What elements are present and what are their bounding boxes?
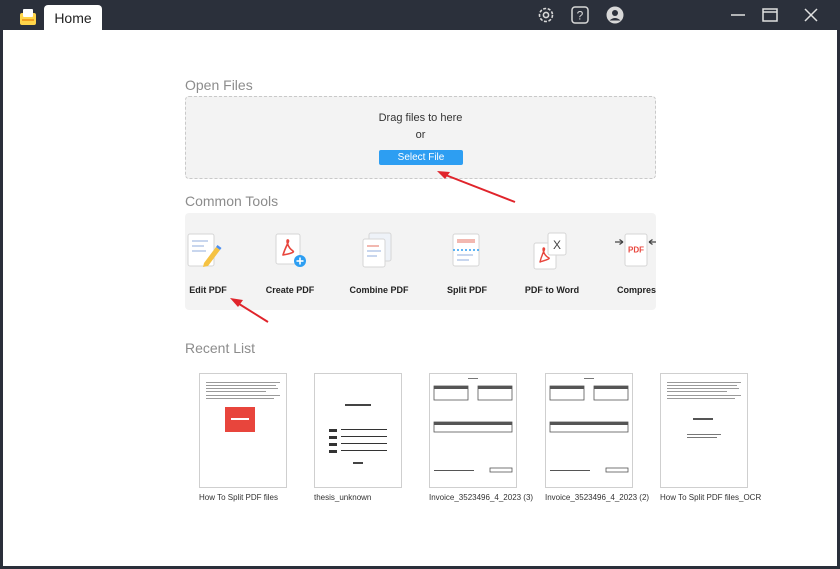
recent-item[interactable]: How To Split PDF files [199, 373, 294, 503]
document-thumbnail [199, 373, 287, 488]
tool-combine-pdf[interactable]: Combine PDF [334, 213, 424, 310]
tool-pdf-to-word[interactable]: X PDF to Word [507, 213, 597, 310]
document-thumbnail [429, 373, 517, 488]
compress-pdf-icon: PDF [615, 233, 656, 267]
tool-label: Compress [616, 285, 656, 295]
tool-label: Split PDF [447, 285, 487, 295]
recent-item[interactable]: Invoice_3523496_4_2023 (3) [429, 373, 533, 503]
recent-item-name: Invoice_3523496_4_2023 (3) [429, 493, 534, 502]
title-bar: Home ? [0, 0, 840, 30]
recent-item-name: thesis_unknown [314, 493, 372, 502]
create-pdf-icon [275, 233, 306, 267]
recent-item-name: How To Split PDF files_OCR [660, 493, 762, 502]
main-content: Open Files Drag files to here or Select … [3, 30, 837, 566]
tool-label: Edit PDF [189, 285, 227, 295]
common-tools-title: Common Tools [185, 193, 279, 209]
split-pdf-icon [452, 233, 480, 267]
tool-compress[interactable]: PDF Compress [590, 213, 656, 310]
document-thumbnail [545, 373, 633, 488]
recent-item[interactable]: thesis_unknown [314, 373, 409, 503]
file-drop-zone[interactable]: Drag files to here or Select File [185, 96, 656, 179]
tool-edit-pdf[interactable]: Edit PDF [185, 213, 249, 310]
svg-text:PDF: PDF [628, 246, 644, 255]
common-tools-panel: Edit PDF Create PDF Combine PDF Split PD… [185, 213, 656, 310]
recent-list-title: Recent List [185, 340, 256, 356]
maximize-icon[interactable] [758, 4, 782, 26]
tool-split-pdf[interactable]: Split PDF [422, 213, 512, 310]
recent-item-name: Invoice_3523496_4_2023 (2) [545, 493, 650, 502]
tool-label: Create PDF [265, 285, 315, 295]
tab-home[interactable]: Home [44, 5, 102, 30]
edit-pdf-icon [187, 233, 222, 267]
gear-icon[interactable] [536, 5, 556, 25]
close-icon[interactable] [799, 4, 823, 26]
svg-text:X: X [553, 238, 561, 252]
minimize-icon[interactable] [726, 4, 750, 26]
recent-item[interactable]: Invoice_3523496_4_2023 (2) [545, 373, 649, 503]
document-thumbnail [660, 373, 748, 488]
combine-pdf-icon [362, 232, 392, 268]
app-logo-icon [20, 9, 36, 25]
recent-item-name: How To Split PDF files [199, 493, 278, 502]
tool-label: Combine PDF [349, 285, 409, 295]
tool-create-pdf[interactable]: Create PDF [245, 213, 335, 310]
open-files-title: Open Files [185, 77, 253, 93]
select-file-button[interactable]: Select File [379, 150, 463, 165]
document-thumbnail [314, 373, 402, 488]
drag-files-text: Drag files to here [378, 112, 463, 124]
pdf-to-word-icon: X [533, 232, 567, 270]
tool-label: PDF to Word [524, 285, 580, 295]
svg-text:?: ? [577, 9, 584, 23]
recent-item[interactable]: How To Split PDF files_OCR [660, 373, 761, 503]
help-icon[interactable]: ? [570, 5, 590, 25]
user-avatar-icon[interactable] [605, 5, 625, 25]
or-text: or [415, 129, 426, 141]
